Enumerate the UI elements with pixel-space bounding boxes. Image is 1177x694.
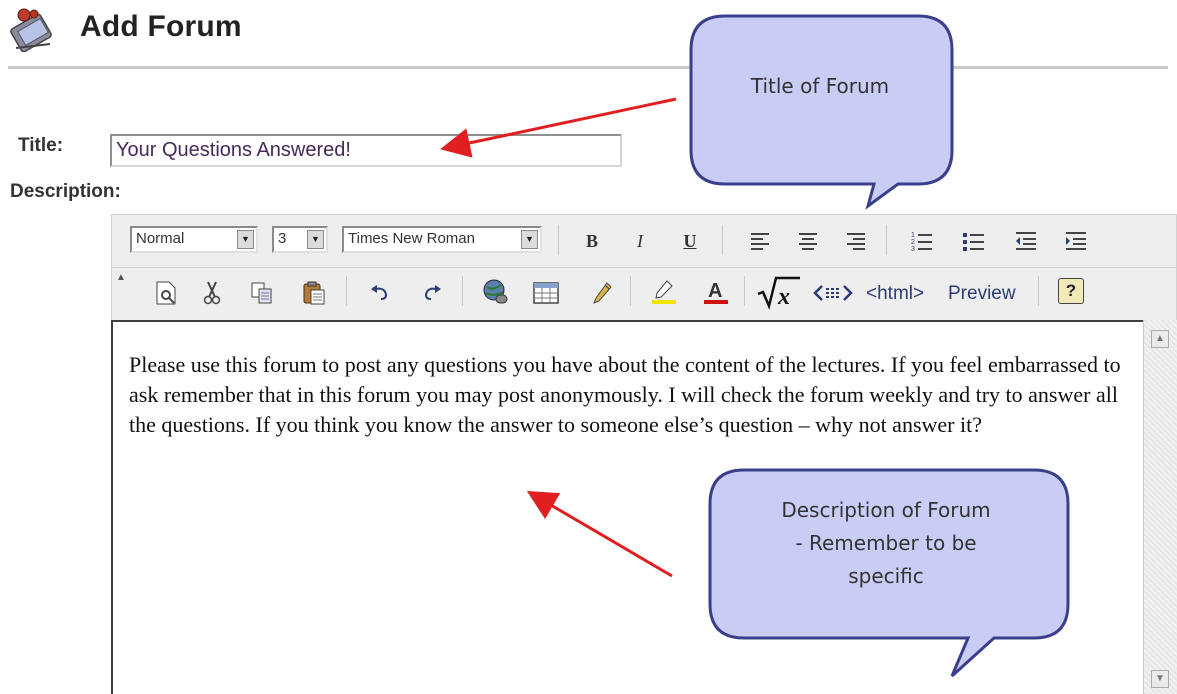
- title-callout-text: Title of Forum: [750, 74, 890, 98]
- description-callout-line: - Remember to be: [795, 531, 977, 555]
- description-callout-line: specific: [848, 564, 924, 588]
- description-callout-line: Description of Forum: [781, 498, 991, 522]
- title-callout-bubble: [689, 14, 954, 210]
- description-pointer-arrow: [526, 490, 673, 578]
- description-callout-text: Description of Forum - Remember to be sp…: [716, 494, 1056, 593]
- title-pointer-arrow: [440, 97, 677, 158]
